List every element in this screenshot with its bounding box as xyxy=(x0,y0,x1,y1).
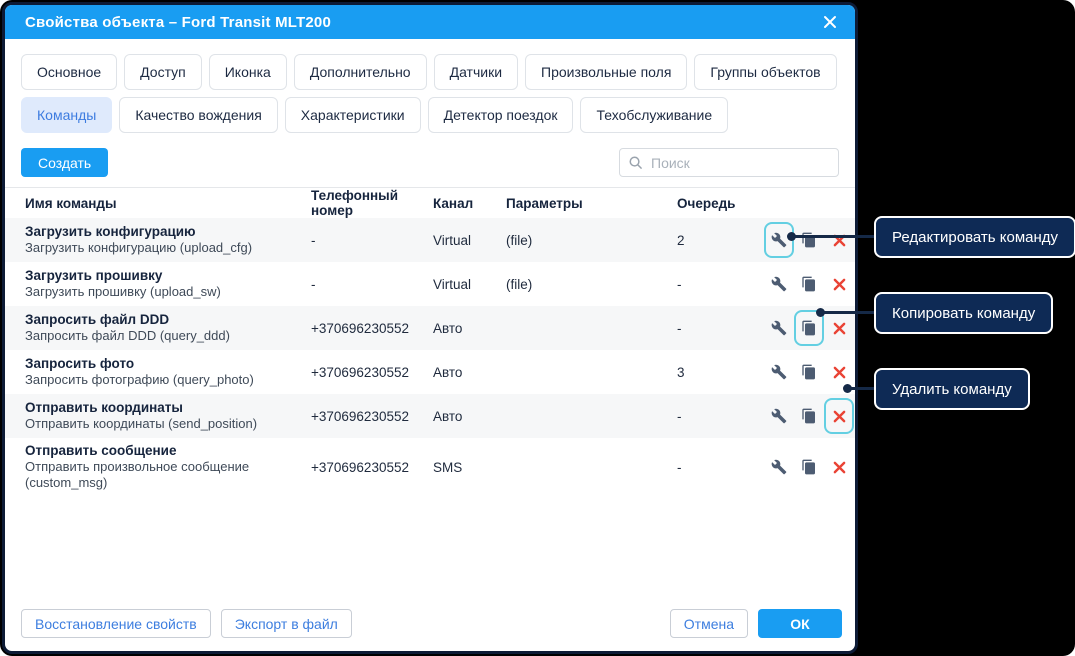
command-phone: +370696230552 xyxy=(311,365,433,380)
header-queue: Очередь xyxy=(677,196,756,211)
command-name: Отправить координаты xyxy=(25,400,297,416)
cancel-button[interactable]: Отмена xyxy=(670,609,748,638)
edit-command-icon[interactable] xyxy=(770,407,788,425)
copy-command-icon[interactable] xyxy=(800,275,818,293)
command-desc: Загрузить прошивку (upload_sw) xyxy=(25,284,297,300)
connector-line-edit xyxy=(791,235,876,238)
command-queue: - xyxy=(677,460,756,475)
delete-command-icon[interactable] xyxy=(830,231,848,249)
copy-command-icon[interactable] xyxy=(800,319,818,337)
tabs-row-2: Команды Качество вождения Характеристики… xyxy=(21,97,839,133)
edit-command-icon[interactable] xyxy=(770,231,788,249)
copy-command-icon[interactable] xyxy=(800,231,818,249)
tab-tekhobsluzhivanie[interactable]: Техобслуживание xyxy=(580,97,728,133)
tab-datchiki[interactable]: Датчики xyxy=(434,54,518,90)
command-phone: +370696230552 xyxy=(311,409,433,424)
dialog-titlebar: Свойства объекта – Ford Transit MLT200 xyxy=(5,5,855,39)
table-row[interactable]: Запросить файл DDD Запросить файл DDD (q… xyxy=(5,306,855,350)
delete-command-icon[interactable] xyxy=(830,363,848,381)
tab-kharakteristiki[interactable]: Характеристики xyxy=(285,97,421,133)
tab-gruppy-obektov[interactable]: Группы объектов xyxy=(694,54,836,90)
header-command-name: Имя команды xyxy=(25,196,311,211)
connector-line-delete xyxy=(847,387,876,390)
command-name: Запросить фото xyxy=(25,356,297,372)
copy-command-icon[interactable] xyxy=(800,407,818,425)
command-queue: - xyxy=(677,409,756,424)
create-command-button[interactable]: Создать xyxy=(21,148,108,177)
command-queue: - xyxy=(677,321,756,336)
command-channel: Авто xyxy=(433,409,506,424)
table-row[interactable]: Загрузить прошивку Загрузить прошивку (u… xyxy=(5,262,855,306)
command-desc: Отправить произвольное сообщение (custom… xyxy=(25,459,275,491)
command-phone: - xyxy=(311,233,433,248)
search-box[interactable] xyxy=(619,148,839,177)
close-icon[interactable] xyxy=(819,11,841,33)
command-params: (file) xyxy=(506,277,677,292)
command-name: Запросить файл DDD xyxy=(25,312,297,328)
tab-osnovnoe[interactable]: Основное xyxy=(21,54,117,90)
command-name: Загрузить прошивку xyxy=(25,268,297,284)
tab-kachestvo-vozhdeniya[interactable]: Качество вождения xyxy=(119,97,277,133)
table-row[interactable]: Отправить сообщение Отправить произвольн… xyxy=(5,438,855,496)
edit-command-icon[interactable] xyxy=(770,275,788,293)
connector-line-copy xyxy=(820,311,876,314)
tabs-container: Основное Доступ Иконка Дополнительно Дат… xyxy=(5,39,855,133)
table-header-row: Имя команды Телефонный номер Канал Парам… xyxy=(5,188,855,218)
command-desc: Запросить фотографию (query_photo) xyxy=(25,372,297,388)
callout-delete-command: Удалить команду xyxy=(874,368,1030,410)
header-phone-number: Телефонный номер xyxy=(311,188,433,218)
command-phone: +370696230552 xyxy=(311,321,433,336)
delete-command-icon[interactable] xyxy=(830,458,848,476)
command-queue: 3 xyxy=(677,365,756,380)
search-input[interactable] xyxy=(649,154,834,172)
ok-button[interactable]: ОК xyxy=(758,609,842,638)
command-channel: SMS xyxy=(433,460,506,475)
commands-toolbar: Создать xyxy=(21,148,839,177)
object-properties-dialog: Свойства объекта – Ford Transit MLT200 О… xyxy=(2,2,858,654)
command-phone: - xyxy=(311,277,433,292)
table-row[interactable]: Отправить координаты Отправить координат… xyxy=(5,394,855,438)
command-params: (file) xyxy=(506,233,677,248)
command-queue: - xyxy=(677,277,756,292)
screenshot-canvas: Свойства объекта – Ford Transit MLT200 О… xyxy=(0,0,1075,656)
command-phone: +370696230552 xyxy=(311,460,433,475)
export-to-file-button[interactable]: Экспорт в файл xyxy=(221,609,352,638)
command-name: Отправить сообщение xyxy=(25,443,275,459)
edit-command-icon[interactable] xyxy=(770,458,788,476)
table-row[interactable]: Запросить фото Запросить фотографию (que… xyxy=(5,350,855,394)
callout-edit-command: Редактировать команду xyxy=(874,216,1075,258)
command-channel: Virtual xyxy=(433,277,506,292)
tab-komandy[interactable]: Команды xyxy=(21,97,112,133)
command-desc: Отправить координаты (send_position) xyxy=(25,416,297,432)
command-name: Загрузить конфигурацию xyxy=(25,224,297,240)
copy-command-icon[interactable] xyxy=(800,458,818,476)
tab-dostup[interactable]: Доступ xyxy=(124,54,202,90)
command-channel: Virtual xyxy=(433,233,506,248)
tab-dopolnitelno[interactable]: Дополнительно xyxy=(294,54,427,90)
callout-copy-command: Копировать команду xyxy=(874,292,1053,334)
edit-command-icon[interactable] xyxy=(770,363,788,381)
command-queue: 2 xyxy=(677,233,756,248)
dialog-title: Свойства объекта – Ford Transit MLT200 xyxy=(25,14,331,31)
table-row[interactable]: Загрузить конфигурацию Загрузить конфигу… xyxy=(5,218,855,262)
tabs-row-1: Основное Доступ Иконка Дополнительно Дат… xyxy=(21,54,839,90)
tab-proizvolnye-polya[interactable]: Произвольные поля xyxy=(525,54,687,90)
edit-command-icon[interactable] xyxy=(770,319,788,337)
header-parameters: Параметры xyxy=(506,196,677,211)
command-channel: Авто xyxy=(433,321,506,336)
tab-ikonka[interactable]: Иконка xyxy=(209,54,287,90)
command-channel: Авто xyxy=(433,365,506,380)
dialog-footer: Восстановление свойств Экспорт в файл От… xyxy=(21,609,842,638)
delete-command-icon[interactable] xyxy=(830,319,848,337)
restore-properties-button[interactable]: Восстановление свойств xyxy=(21,609,211,638)
command-desc: Загрузить конфигурацию (upload_cfg) xyxy=(25,240,297,256)
command-desc: Запросить файл DDD (query_ddd) xyxy=(25,328,297,344)
delete-command-icon[interactable] xyxy=(830,407,848,425)
delete-command-icon[interactable] xyxy=(830,275,848,293)
search-icon xyxy=(628,155,643,170)
copy-command-icon[interactable] xyxy=(800,363,818,381)
tab-detektor-poezdok[interactable]: Детектор поездок xyxy=(428,97,574,133)
header-channel: Канал xyxy=(433,196,506,211)
